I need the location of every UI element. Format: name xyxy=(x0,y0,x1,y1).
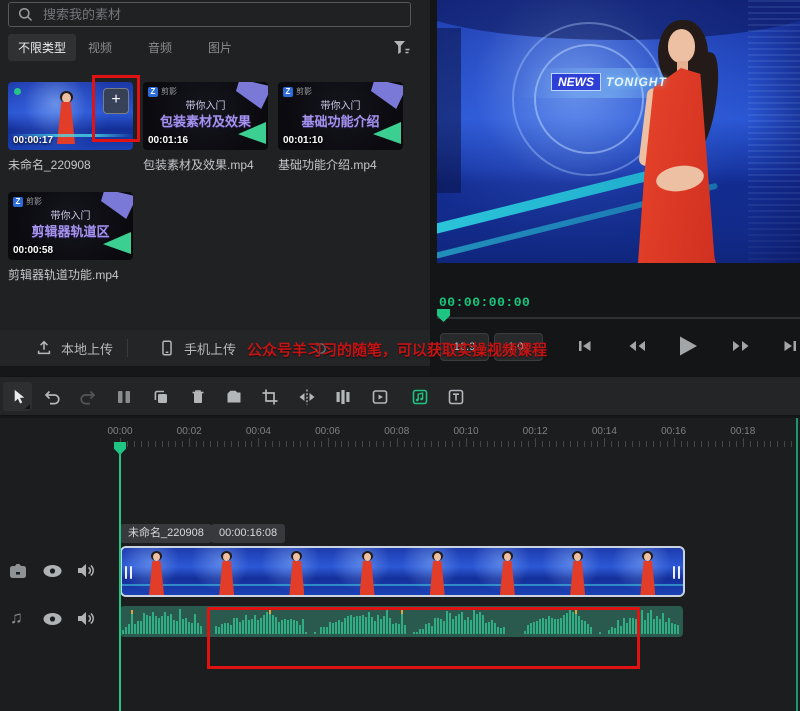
ruler-label: 00:18 xyxy=(723,426,763,437)
video-track-mute-toggle[interactable] xyxy=(76,562,96,579)
redo-button[interactable] xyxy=(76,385,100,409)
media-item-video[interactable]: Z剪影 带你入门 包装素材及效果 00:01:16 xyxy=(143,82,268,150)
local-upload-button[interactable]: 本地上传 xyxy=(35,330,113,366)
filter-icon[interactable] xyxy=(393,40,410,55)
ruler-label: 00:02 xyxy=(169,426,209,437)
mirror-icon[interactable] xyxy=(295,385,319,409)
export-frame-icon[interactable] xyxy=(368,385,392,409)
freeze-frame-icon[interactable] xyxy=(331,385,355,409)
thumb-title-line2: 包装素材及效果 xyxy=(143,111,268,130)
video-track-visibility-toggle[interactable] xyxy=(42,564,63,578)
thumb-title-line2: 剪辑器轨道区 xyxy=(8,221,133,240)
ruler-label: 00:08 xyxy=(377,426,417,437)
media-item-name: 基础功能介绍.mp4 xyxy=(278,156,377,173)
skip-to-end-button[interactable] xyxy=(782,338,798,354)
add-to-timeline-button[interactable]: + xyxy=(103,88,129,114)
folder-icon[interactable] xyxy=(222,385,246,409)
thumb-title-line1: 带你入门 xyxy=(143,97,268,112)
duration-badge: 00:01:16 xyxy=(148,135,188,146)
video-clip[interactable] xyxy=(120,546,685,597)
split-tool-icon[interactable] xyxy=(112,385,136,409)
audio-clip[interactable] xyxy=(120,606,683,637)
history-button[interactable] xyxy=(312,330,329,366)
ruler-label: 00:04 xyxy=(238,426,278,437)
ruler-label: 00:00 xyxy=(100,426,140,437)
clip-frame-thumbnail xyxy=(473,548,543,595)
search-icon xyxy=(18,7,33,22)
thumb-title-line1: 带你入门 xyxy=(278,97,403,112)
playback-speed-button[interactable]: 1.0x xyxy=(494,333,543,361)
preview-video[interactable]: NEWS TONIGHT xyxy=(437,0,800,263)
news-tonight-graphic: NEWS TONIGHT xyxy=(551,73,667,91)
timeline-end-marker xyxy=(796,418,798,711)
ruler-label: 00:16 xyxy=(654,426,694,437)
audio-track-mute-toggle[interactable] xyxy=(76,610,96,627)
duplicate-icon[interactable] xyxy=(149,385,173,409)
preview-timecode: 00:00:00:00 xyxy=(439,295,530,310)
select-tool-button[interactable] xyxy=(3,382,32,411)
phone-upload-button[interactable]: 手机上传 xyxy=(158,330,236,366)
clip-duration-badge: 00:00:16:08 xyxy=(211,524,285,543)
camera-icon xyxy=(8,562,28,580)
tab-all-types[interactable]: 不限类型 xyxy=(8,34,76,61)
upload-icon xyxy=(35,339,53,357)
playhead-line xyxy=(119,448,121,711)
phone-icon xyxy=(158,339,176,357)
clip-frame-thumbnail xyxy=(262,548,332,595)
status-dot xyxy=(14,88,21,95)
duration-badge: 00:00:17 xyxy=(13,135,53,146)
media-item-name: 未命名_220908 xyxy=(8,156,91,173)
audio-waveform xyxy=(122,608,679,634)
divider xyxy=(127,339,128,357)
play-button[interactable] xyxy=(676,334,700,358)
extract-audio-icon[interactable] xyxy=(408,385,432,409)
media-library-panel: 不限类型 视频 音频 图片 00:00:17 + Z剪影 带你入门 包装素材及效… xyxy=(0,0,430,366)
ruler-label: 00:14 xyxy=(584,426,624,437)
app-logo: Z剪影 xyxy=(13,196,42,207)
tab-video[interactable]: 视频 xyxy=(88,39,112,56)
text-tool-icon[interactable] xyxy=(444,385,468,409)
tab-image[interactable]: 图片 xyxy=(208,39,232,56)
tab-audio[interactable]: 音频 xyxy=(148,39,172,56)
preview-seekbar[interactable] xyxy=(437,317,800,319)
clip-frame-thumbnail xyxy=(403,548,473,595)
media-item-video[interactable]: Z剪影 带你入门 剪辑器轨道区 00:00:58 xyxy=(8,192,133,260)
skip-to-start-button[interactable] xyxy=(577,338,593,354)
clip-trim-handle-right[interactable] xyxy=(673,566,680,579)
undo-button[interactable] xyxy=(40,385,64,409)
crop-icon[interactable] xyxy=(258,385,282,409)
fast-forward-icon[interactable] xyxy=(731,338,751,354)
timeline-toolbar xyxy=(0,376,800,416)
duration-badge: 00:00:58 xyxy=(13,245,53,256)
clip-frame-thumbnail xyxy=(543,548,613,595)
duration-badge: 00:01:10 xyxy=(283,135,323,146)
clip-name-badge: 未命名_220908 xyxy=(120,524,212,543)
aspect-ratio-button[interactable]: 16:9 xyxy=(440,333,489,361)
delete-icon[interactable] xyxy=(186,385,210,409)
search-box[interactable] xyxy=(8,2,411,27)
clip-frame-thumbnail xyxy=(122,548,192,595)
ruler-label: 00:12 xyxy=(515,426,555,437)
ruler-label: 00:06 xyxy=(308,426,348,437)
clip-trim-handle-left[interactable] xyxy=(125,566,132,579)
audio-track-visibility-toggle[interactable] xyxy=(42,612,63,626)
media-item-video[interactable]: Z剪影 带你入门 基础功能介绍 00:01:10 xyxy=(278,82,403,150)
app-logo: Z剪影 xyxy=(283,86,312,97)
rewind-icon[interactable] xyxy=(627,338,647,354)
ruler-label: 00:10 xyxy=(446,426,486,437)
search-input[interactable] xyxy=(41,6,401,23)
thumb-title-line2: 基础功能介绍 xyxy=(278,111,403,130)
thumb-title-line1: 带你入门 xyxy=(8,207,133,222)
video-editor-window: 不限类型 视频 音频 图片 00:00:17 + Z剪影 带你入门 包装素材及效… xyxy=(0,0,800,711)
clip-frame-thumbnail xyxy=(333,548,403,595)
library-footer: 本地上传 手机上传 xyxy=(0,330,430,366)
media-item-name: 剪辑器轨道功能.mp4 xyxy=(8,266,119,283)
clip-frame-thumbnail xyxy=(192,548,262,595)
media-item-name: 包装素材及效果.mp4 xyxy=(143,156,254,173)
music-note-icon: ♫ xyxy=(10,609,23,628)
app-logo: Z剪影 xyxy=(148,86,177,97)
circular-arrow-icon xyxy=(312,340,329,357)
